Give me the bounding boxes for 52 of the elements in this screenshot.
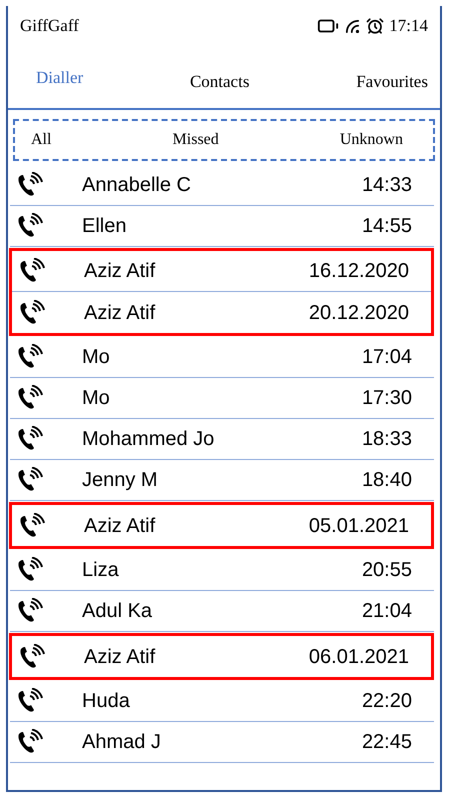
contact-name: Aziz Atif: [84, 514, 156, 538]
phone-ringing-icon: [18, 258, 48, 284]
contact-name: Jenny M: [82, 468, 158, 493]
contact-name: Mohammed Jo: [82, 427, 214, 452]
phone-ringing-icon: [16, 213, 46, 239]
contact-name: Aziz Atif: [84, 300, 156, 326]
call-time: 05.01.2021: [308, 514, 409, 538]
filter-option[interactable]: Missed: [172, 128, 219, 152]
phone-ringing-icon: [16, 385, 46, 411]
contact-name: Mo: [82, 345, 110, 370]
contact-name: Liza: [82, 558, 119, 583]
call-time: 17:04: [362, 345, 412, 370]
contact-name: Aziz Atif: [84, 259, 156, 284]
alarm-clock-icon: [366, 17, 384, 35]
tab[interactable]: Dialler: [36, 64, 84, 90]
call-time: 20.12.2020: [308, 300, 409, 326]
phone-ringing-icon: [16, 467, 46, 493]
wifi-icon: [344, 18, 362, 34]
phone-ringing-icon: [18, 512, 48, 538]
carrier-name: GiffGaff: [20, 15, 79, 38]
call-time: 17:30: [362, 386, 412, 411]
contact-name: Aziz Atif: [84, 644, 156, 670]
phone-ringing-icon: [16, 344, 46, 370]
contact-name: Annabelle C: [82, 173, 191, 198]
call-time: 21:04: [362, 599, 412, 624]
status-time: 17:14: [389, 15, 428, 38]
phone-ringing-icon: [16, 688, 46, 714]
phone-ringing-icon: [16, 729, 46, 755]
phone-ringing-icon: [18, 644, 48, 670]
contact-name: Mo: [82, 386, 110, 411]
call-time: 22:20: [362, 689, 412, 714]
contact-name: Ahmad J: [82, 730, 161, 755]
call-time: 06.01.2021: [308, 644, 409, 670]
contact-name: Adul Ka: [82, 599, 152, 624]
contact-name: Huda: [82, 689, 130, 714]
call-time: 18:40: [362, 468, 412, 493]
phone-ringing-icon: [16, 598, 46, 624]
tab[interactable]: Contacts: [190, 68, 250, 94]
contact-name: Ellen: [82, 214, 126, 239]
call-time: 14:33: [362, 173, 412, 198]
phone-ringing-icon: [18, 300, 48, 326]
phone-ringing-icon: [16, 426, 46, 452]
phone-ringing-icon: [16, 172, 46, 198]
call-time: 22:45: [362, 730, 412, 755]
call-time: 20:55: [362, 558, 412, 583]
call-time: 14:55: [362, 214, 412, 239]
call-time: 16.12.2020: [308, 259, 409, 284]
filter-option[interactable]: All: [31, 128, 52, 152]
tab[interactable]: Favourites: [356, 68, 428, 94]
filter-option[interactable]: Unknown: [340, 128, 403, 152]
phone-ringing-icon: [16, 557, 46, 583]
call-time: 18:33: [362, 427, 412, 452]
